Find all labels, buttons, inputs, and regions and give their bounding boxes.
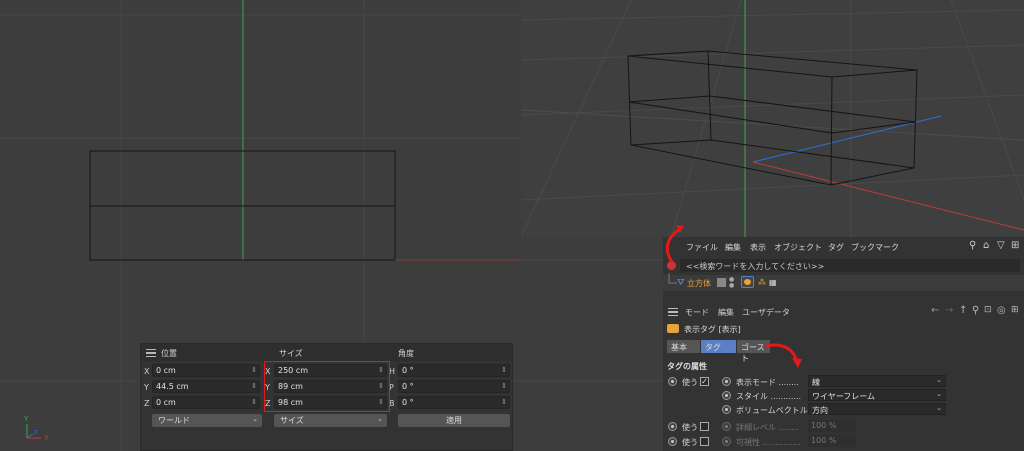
- use-radio-2[interactable]: [668, 422, 677, 431]
- coordinate-manager-header: 位置 サイズ 角度: [141, 344, 512, 361]
- menu-userdata[interactable]: ユーザデータ: [742, 307, 790, 318]
- rot-h-field[interactable]: 0 ° ⇕: [398, 364, 510, 377]
- section-title: タグの属性: [667, 362, 707, 371]
- edit-visibility-icon[interactable]: [717, 278, 726, 287]
- coord-system-select[interactable]: ワールド ⌄: [152, 414, 262, 427]
- object-row[interactable]: ⛛ 立方体 ● ● ⁂ ▦: [663, 273, 1024, 291]
- lod-field: 100 %: [808, 420, 856, 432]
- menu-view[interactable]: 表示: [750, 242, 766, 253]
- pos-x-label: X: [144, 367, 150, 376]
- volume-vector-select[interactable]: 方向 ⌄: [808, 403, 946, 415]
- display-mode-select[interactable]: 線 ⌄: [808, 375, 946, 387]
- use-label-1: 使う: [682, 378, 698, 387]
- pos-z-label: Z: [144, 399, 150, 408]
- rotation-header: 角度: [398, 349, 414, 358]
- visibility-field: 100 %: [808, 435, 856, 447]
- back-arrow-icon[interactable]: ←: [931, 305, 939, 316]
- lock-icon[interactable]: ⊡: [984, 305, 992, 315]
- use-label-2: 使う: [682, 423, 698, 432]
- size-mode-select[interactable]: サイズ ⌄: [274, 414, 387, 427]
- use-checkbox-1[interactable]: ✓: [700, 377, 709, 386]
- rot-b-field[interactable]: 0 ° ⇕: [398, 396, 510, 409]
- tab-tag[interactable]: タグ: [701, 340, 736, 353]
- forward-arrow-icon[interactable]: →: [945, 305, 953, 316]
- lod-label: 詳細レベル ........: [736, 423, 799, 432]
- chevron-down-icon: ⌄: [252, 415, 258, 423]
- attribute-title: 表示タグ [表示]: [684, 325, 741, 334]
- perspective-viewport[interactable]: [521, 0, 1024, 237]
- display-mode-radio[interactable]: [722, 377, 731, 386]
- lod-radio: [722, 422, 731, 431]
- rot-p-field[interactable]: 0 ° ⇕: [398, 380, 510, 393]
- display-tag-header-icon: [667, 324, 679, 333]
- perspective-grid: [521, 0, 1024, 237]
- size-header: サイズ: [279, 349, 303, 358]
- pos-y-label: Y: [144, 383, 149, 392]
- up-arrow-icon[interactable]: ↑: [959, 305, 967, 316]
- menu-edit[interactable]: 編集: [725, 242, 741, 253]
- material-tag-icon[interactable]: ▦: [769, 278, 777, 287]
- pos-x-field[interactable]: 0 cm ⇕: [152, 364, 260, 377]
- visibility-radio: [722, 437, 731, 446]
- attribute-manager-menubar: モード 編集 ユーザデータ ← → ↑ ⚲ ⊡ ◎ ⊞: [663, 304, 1024, 320]
- pos-z-field[interactable]: 0 cm ⇕: [152, 396, 260, 409]
- filter-icon[interactable]: ▽: [997, 241, 1007, 251]
- search-icon[interactable]: ⚲: [969, 241, 979, 251]
- new-window-icon[interactable]: ⊞: [1011, 305, 1019, 315]
- tab-basic[interactable]: 基本: [667, 340, 700, 353]
- menu-objects[interactable]: オブジェクト: [774, 242, 822, 253]
- menu-edit-attr[interactable]: 編集: [718, 307, 734, 318]
- viewport-strip: [521, 237, 663, 451]
- style-label: スタイル ............: [736, 392, 802, 401]
- menu-bookmarks[interactable]: ブックマーク: [851, 242, 899, 253]
- target-icon[interactable]: ◎: [997, 305, 1006, 316]
- chevron-down-icon: ⌄: [936, 390, 942, 398]
- hamburger-menu-icon[interactable]: [146, 349, 156, 357]
- chevron-down-icon: ⌄: [936, 376, 942, 384]
- chevron-down-icon: ⌄: [936, 404, 942, 412]
- use-radio-3[interactable]: [668, 437, 677, 446]
- use-radio-1[interactable]: [668, 377, 677, 386]
- gizmo-z-label: Z: [34, 430, 38, 436]
- visibility-dots-icon[interactable]: ● ●: [729, 277, 734, 289]
- use-checkbox-2[interactable]: [700, 422, 709, 431]
- menu-file[interactable]: ファイル: [686, 242, 718, 253]
- cube-wireframe-perspective: [627, 50, 918, 186]
- hamburger-menu-icon[interactable]: [668, 308, 678, 316]
- volume-vector-radio[interactable]: [722, 405, 731, 414]
- position-header: 位置: [161, 349, 177, 358]
- record-icon: [667, 261, 676, 270]
- volume-vector-label: ボリュームベクトル: [736, 406, 808, 415]
- gizmo-x-label: X: [44, 434, 49, 442]
- pos-y-field[interactable]: 44.5 cm ⇕: [152, 380, 260, 393]
- display-mode-label: 表示モード ........: [736, 378, 799, 387]
- style-radio[interactable]: [722, 391, 731, 400]
- new-window-icon[interactable]: ⊞: [1011, 241, 1021, 251]
- apply-button[interactable]: 適用: [398, 414, 510, 427]
- phong-tag-icon[interactable]: ⁂: [758, 278, 766, 287]
- use-label-3: 使う: [682, 438, 698, 447]
- use-checkbox-3[interactable]: [700, 437, 709, 446]
- search-input[interactable]: <<検索ワードを入力してください>>: [680, 259, 1020, 272]
- cube-icon: ⛛: [677, 278, 685, 288]
- eye-icon: [744, 279, 751, 285]
- style-select[interactable]: ワイヤーフレーム ⌄: [808, 389, 946, 401]
- gizmo-y-label: Y: [24, 415, 29, 423]
- menu-mode[interactable]: モード: [685, 307, 709, 318]
- visibility-label: 可視性 ...............: [736, 438, 801, 447]
- home-icon[interactable]: ⌂: [983, 241, 993, 251]
- size-highlight-box: [264, 361, 390, 412]
- search-icon[interactable]: ⚲: [972, 305, 979, 316]
- object-name[interactable]: 立方体: [687, 278, 711, 289]
- chevron-down-icon: ⌄: [377, 415, 383, 423]
- x-axis-line-perspective: [752, 161, 1024, 231]
- tab-ghost[interactable]: ゴースト: [737, 340, 770, 363]
- menu-tags[interactable]: タグ: [828, 242, 844, 253]
